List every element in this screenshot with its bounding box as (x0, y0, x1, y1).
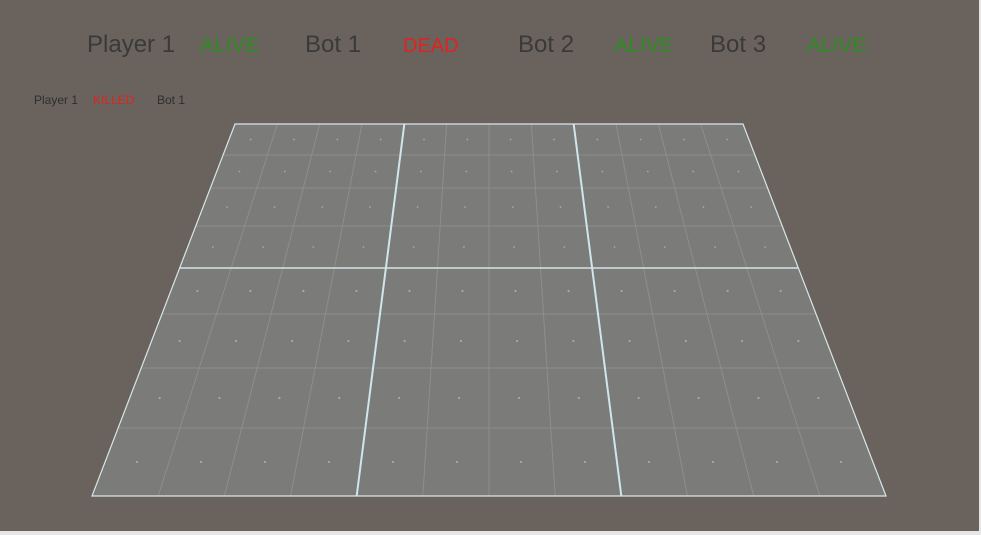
cell-dot (199, 460, 203, 464)
cell-dot (663, 246, 666, 248)
cell-dot (510, 170, 513, 173)
cell-dot (347, 339, 350, 343)
game-board[interactable] (0, 0, 979, 531)
cell-dot (455, 460, 459, 464)
cell-dot (516, 339, 519, 343)
cell-dot (462, 246, 465, 248)
cell-dot (577, 396, 580, 400)
cell-dot (416, 206, 419, 208)
cell-dot (312, 246, 315, 248)
cell-dot (726, 289, 729, 293)
cell-dot (583, 460, 587, 464)
cell-dot (839, 460, 843, 464)
cell-dot (391, 460, 395, 464)
cell-dot (613, 246, 616, 248)
cell-dot (262, 246, 264, 248)
cell-dot (327, 460, 331, 464)
cell-dot (398, 396, 401, 400)
cell-dot (283, 170, 286, 173)
cell-dot (355, 289, 358, 293)
cell-dot (817, 396, 820, 400)
cell-dot (135, 460, 139, 464)
cell-dot (797, 339, 800, 343)
cell-dot (726, 138, 729, 141)
cell-dot (278, 396, 281, 400)
cell-dot (684, 339, 687, 343)
cell-dot (692, 170, 695, 173)
cell-dot (757, 396, 760, 400)
cell-dot (637, 396, 640, 400)
cell-dot (196, 289, 199, 293)
cell-dot (513, 246, 516, 248)
cell-dot (420, 170, 422, 173)
cell-dot (714, 246, 716, 248)
cell-dot (601, 170, 604, 173)
cell-dot (559, 206, 562, 208)
cell-dot (321, 206, 324, 208)
cell-dot (673, 289, 676, 293)
cell-dot (740, 339, 744, 343)
cell-dot (683, 138, 685, 141)
cell-dot (779, 289, 782, 293)
cell-dot (408, 289, 411, 293)
cell-dot (218, 396, 221, 400)
cell-dot (563, 246, 566, 248)
cell-dot (607, 206, 610, 208)
cell-dot (249, 289, 252, 293)
cell-dot (329, 170, 332, 173)
cell-dot (737, 170, 740, 173)
cell-dot (461, 289, 464, 293)
cell-dot (646, 170, 649, 173)
cell-dot (517, 396, 521, 400)
cell-dot (628, 339, 631, 343)
cell-dot (336, 138, 339, 141)
cell-dot (374, 170, 377, 173)
cell-dot (596, 138, 599, 141)
cell-dot (249, 138, 252, 141)
cell-dot (553, 138, 555, 141)
cell-dot (697, 396, 700, 400)
cell-dot (226, 206, 228, 208)
cell-dot (556, 170, 558, 173)
cell-dot (158, 396, 161, 400)
cell-dot (466, 138, 469, 141)
cell-dot (702, 206, 705, 208)
game-viewport: Player 1 ALIVE Bot 1 DEAD Bot 2 ALIVE Bo… (0, 0, 981, 535)
cell-dot (238, 170, 241, 173)
cell-dot (293, 138, 295, 141)
cell-dot (302, 289, 305, 293)
cell-dot (379, 138, 382, 141)
cell-dot (750, 206, 752, 208)
cell-dot (403, 339, 406, 343)
cell-dot (509, 138, 512, 141)
cell-dot (362, 246, 365, 248)
cell-dot (263, 460, 267, 464)
cell-dot (459, 339, 462, 343)
cell-dot (457, 396, 461, 400)
cell-dot (514, 289, 517, 293)
cell-dot (711, 460, 715, 464)
cell-dot (567, 289, 570, 293)
cell-dot (338, 396, 341, 400)
cell-dot (654, 206, 657, 208)
cell-dot (519, 460, 523, 464)
cell-dot (764, 246, 767, 248)
cell-dot (211, 246, 214, 248)
cell-dot (465, 170, 468, 173)
cell-dot (423, 138, 425, 141)
cell-dot (234, 339, 238, 343)
cell-dot (412, 246, 415, 248)
cell-dot (775, 460, 779, 464)
cell-dot (273, 206, 276, 208)
cell-dot (368, 206, 371, 208)
cell-dot (511, 206, 514, 208)
cell-dot (572, 339, 575, 343)
cell-dot (620, 289, 623, 293)
cell-dot (639, 138, 642, 141)
cell-dot (464, 206, 467, 208)
cell-dot (291, 339, 294, 343)
cell-dot (178, 339, 181, 343)
cell-dot (647, 460, 651, 464)
